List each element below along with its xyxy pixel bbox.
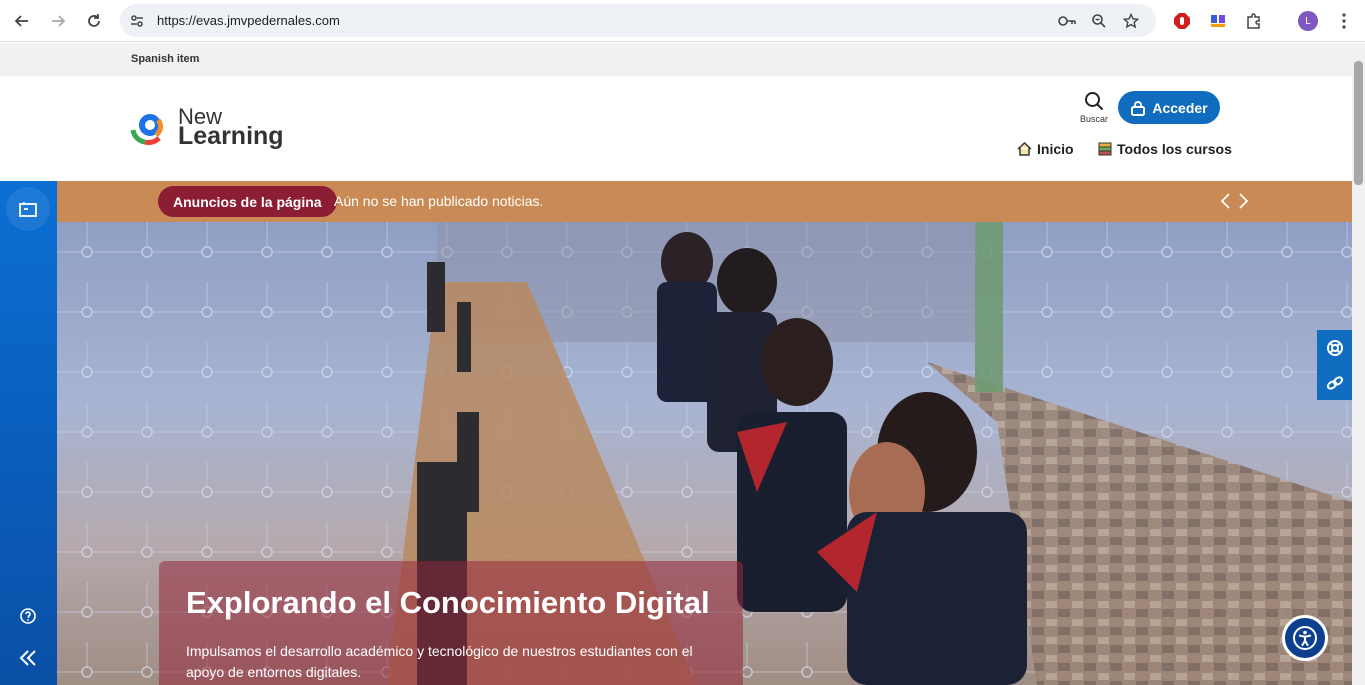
logo-mark-icon (130, 114, 164, 145)
site-logo[interactable]: New Learning (130, 106, 284, 152)
lock-icon (1131, 100, 1146, 116)
search-button[interactable]: Buscar (1078, 91, 1110, 127)
url-text[interactable]: https://evas.jmvpedernales.com (157, 13, 340, 28)
adblock-extension-icon[interactable] (1167, 6, 1197, 36)
bookmark-star-icon[interactable] (1120, 10, 1142, 32)
login-label: Acceder (1152, 99, 1208, 116)
page-scrollbar[interactable] (1352, 43, 1365, 685)
open-drawer-button[interactable] (6, 187, 50, 231)
hero-banner: Explorando el Conocimiento Digital Impul… (57, 222, 1352, 685)
language-selector[interactable]: Spanish item (131, 53, 199, 65)
password-key-icon[interactable] (1056, 10, 1078, 32)
hero-caption: Explorando el Conocimiento Digital Impul… (159, 561, 743, 685)
accessibility-icon (1293, 626, 1317, 650)
profile-initial: L (1298, 11, 1318, 31)
nav-label-home: Inicio (1037, 141, 1074, 157)
drawer-rail (0, 181, 57, 685)
drawer-icon (19, 202, 37, 217)
hero-description: Impulsamos el desarrollo académico y tec… (186, 643, 693, 680)
side-tools (1317, 330, 1352, 400)
web-page: Spanish item New Learning Buscar Acceder (0, 43, 1352, 685)
address-bar[interactable]: https://evas.jmvpedernales.com (120, 4, 1156, 37)
prev-arrow-icon[interactable] (1219, 192, 1233, 210)
logo-text-learning: Learning (178, 122, 284, 150)
profile-avatar[interactable]: L (1293, 6, 1323, 36)
courses-icon (1098, 142, 1112, 156)
announcements-badge[interactable]: Anuncios de la página (158, 186, 337, 217)
extensions-puzzle-icon[interactable] (1239, 6, 1269, 36)
site-settings-icon[interactable] (126, 10, 148, 32)
back-icon[interactable] (7, 6, 37, 36)
browser-toolbar: https://evas.jmvpedernales.com L (0, 0, 1365, 42)
announcements-message: Aún no se han publicado noticias. (334, 193, 544, 209)
forward-icon[interactable] (43, 6, 73, 36)
home-icon (1017, 142, 1032, 156)
login-button[interactable]: Acceder (1118, 91, 1220, 124)
zoom-icon[interactable] (1088, 10, 1110, 32)
nav-label-courses: Todos los cursos (1117, 141, 1232, 157)
nav-item-all-courses[interactable]: Todos los cursos (1098, 141, 1232, 157)
search-icon (1085, 92, 1104, 111)
site-header: New Learning Buscar Acceder Inicio Todos… (0, 76, 1352, 181)
link-icon[interactable] (1317, 365, 1352, 400)
reload-icon[interactable] (79, 6, 109, 36)
lifebuoy-help-icon[interactable] (1317, 330, 1352, 365)
extension-icon[interactable] (1203, 6, 1233, 36)
search-label: Buscar (1079, 114, 1108, 124)
announcements-bar: Anuncios de la página Aún no se han publ… (57, 181, 1352, 222)
scrollbar-thumb[interactable] (1354, 61, 1363, 185)
accessibility-button[interactable] (1282, 615, 1328, 661)
hero-title: Explorando el Conocimiento Digital (186, 585, 710, 620)
browser-menu-icon[interactable] (1329, 6, 1359, 36)
next-arrow-icon[interactable] (1236, 192, 1250, 210)
language-bar: Spanish item (0, 43, 1352, 76)
nav-item-home[interactable]: Inicio (1017, 141, 1074, 157)
collapse-double-chevron-icon[interactable] (16, 646, 40, 670)
help-icon[interactable] (16, 604, 40, 628)
